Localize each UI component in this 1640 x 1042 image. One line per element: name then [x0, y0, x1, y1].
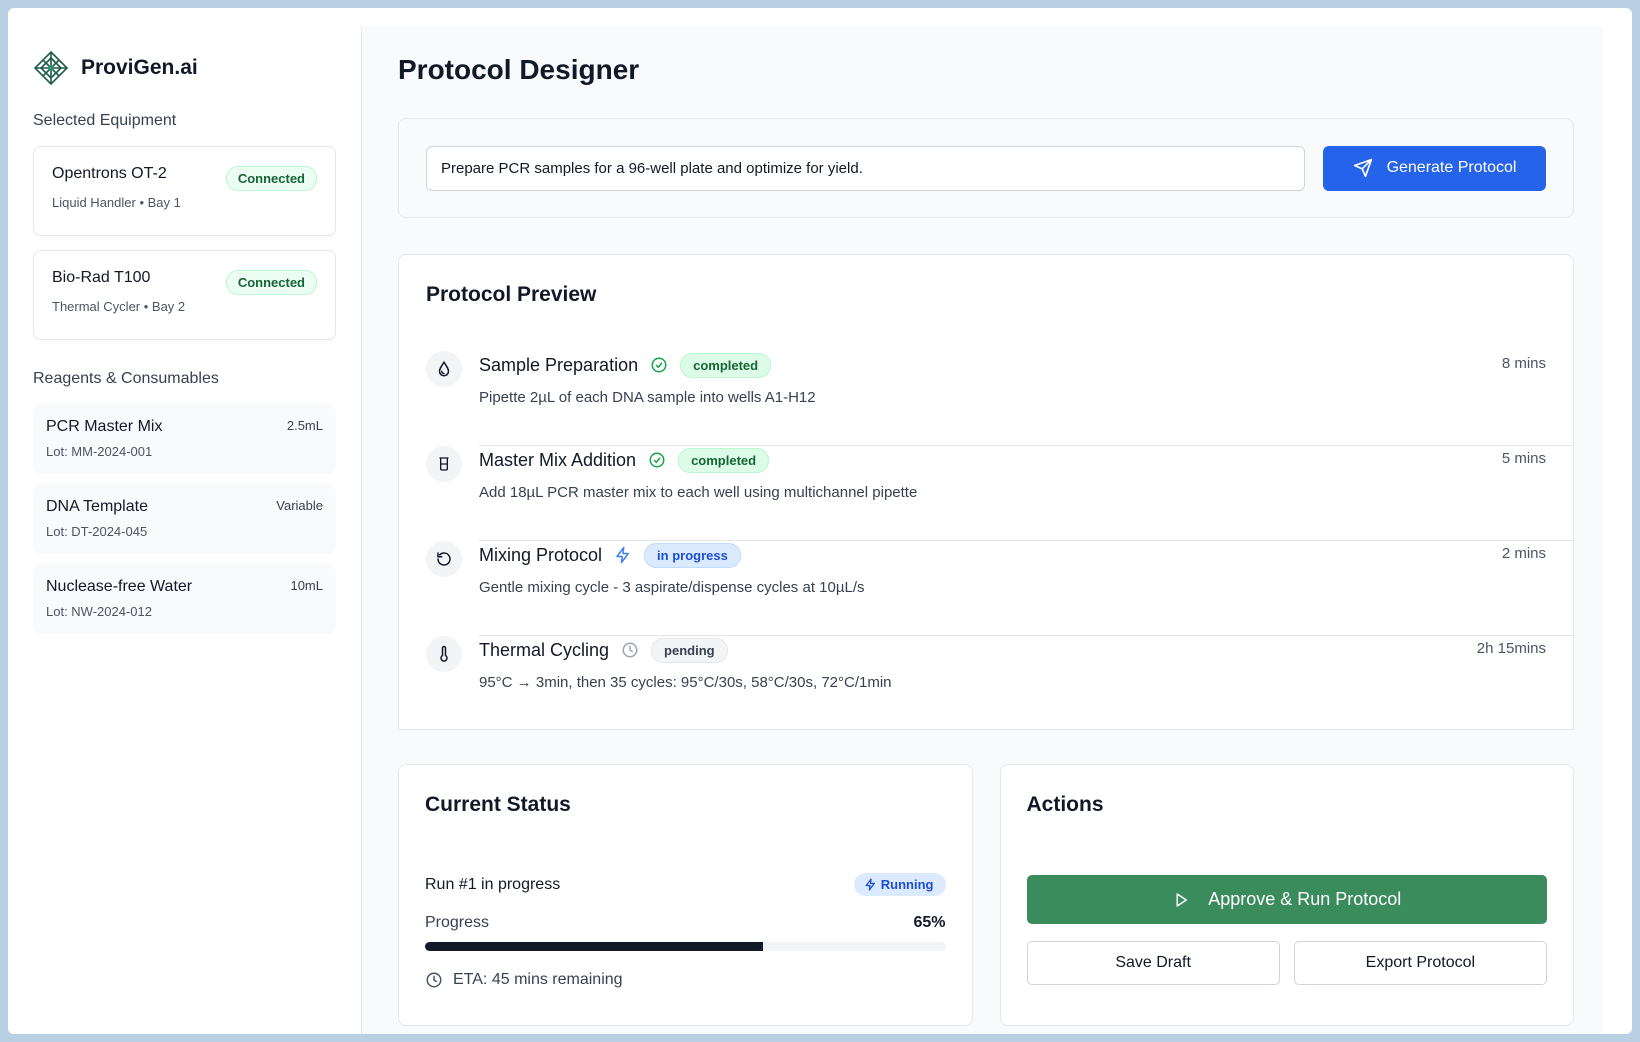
- app-window: ProviGen.ai Selected Equipment Opentrons…: [8, 8, 1632, 1034]
- send-icon: [1353, 158, 1372, 178]
- step-body: Sample Preparation completed Pipette 2µL…: [479, 351, 1574, 446]
- clock-icon: [426, 972, 442, 988]
- step-icon-circle: [426, 541, 462, 577]
- brand-name: ProviGen.ai: [81, 56, 198, 79]
- page-title: Protocol Designer: [398, 54, 640, 85]
- step-duration: 2 mins: [1501, 545, 1546, 562]
- sidebar: ProviGen.ai Selected Equipment Opentrons…: [8, 26, 362, 1034]
- reagents-section-title: Reagents & Consumables: [33, 370, 219, 387]
- actions-panel: Actions Approve & Run Protocol Save Draf…: [999, 764, 1574, 1026]
- current-status-title: Current Status: [425, 793, 571, 816]
- step-duration: 5 mins: [1501, 450, 1546, 467]
- step-description: Add 18µL PCR master mix to each well usi…: [479, 484, 918, 501]
- step-name: Master Mix Addition: [479, 449, 637, 470]
- play-icon: [1176, 892, 1188, 907]
- reagent-lot: Lot: NW-2024-012: [46, 604, 152, 619]
- actions-title: Actions: [1026, 793, 1104, 816]
- reagent-lot: Lot: DT-2024-045: [46, 524, 148, 539]
- step-description: Pipette 2µL of each DNA sample into well…: [479, 389, 816, 406]
- running-badge-label: Running: [880, 877, 934, 892]
- approve-run-label: Approve & Run Protocol: [1208, 889, 1402, 909]
- progress-value: 65%: [913, 914, 946, 931]
- connected-badge: Connected: [225, 270, 317, 295]
- export-protocol-button[interactable]: Export Protocol: [1293, 941, 1547, 985]
- reagent-item[interactable]: PCR Master Mix Lot: MM-2024-001 2.5mL: [33, 404, 336, 474]
- equipment-section-title: Selected Equipment: [33, 112, 177, 129]
- check-circle-icon: [651, 357, 667, 373]
- step-body: Mixing Protocol in progress Gentle mixin…: [479, 541, 1574, 636]
- protocol-step[interactable]: Thermal Cycling pending 95°C → 3min, the…: [426, 636, 1546, 731]
- protocol-preview-title: Protocol Preview: [426, 283, 597, 306]
- logo-icon: [33, 50, 69, 86]
- prompt-card: Generate Protocol: [398, 118, 1574, 218]
- protocol-step[interactable]: Sample Preparation completed Pipette 2µL…: [426, 351, 1574, 446]
- reagent-quantity: Variable: [276, 498, 323, 513]
- step-icon-circle: [426, 636, 462, 672]
- reagent-name: Nuclease-free Water: [46, 578, 193, 595]
- step-icon-circle: [426, 351, 462, 387]
- status-badge: completed: [680, 352, 772, 378]
- step-icon-circle: [426, 446, 462, 482]
- running-badge: Running: [853, 873, 946, 896]
- protocol-preview-card: Protocol Preview Sample Preparation comp…: [398, 254, 1574, 730]
- status-badge: completed: [678, 447, 770, 473]
- eta-text: ETA: 45 mins remaining: [453, 971, 623, 988]
- current-status-panel: Current Status Run #1 in progress Runnin…: [398, 764, 973, 1026]
- reagent-quantity: 10mL: [290, 578, 323, 593]
- equipment-card[interactable]: Bio-Rad T100 Thermal Cycler • Bay 2 Conn…: [33, 250, 336, 340]
- save-draft-button[interactable]: Save Draft: [1026, 941, 1280, 985]
- generate-protocol-label: Generate Protocol: [1386, 159, 1517, 176]
- rotate-icon: [437, 552, 451, 566]
- droplet-icon: [438, 360, 450, 377]
- step-duration: 8 mins: [1501, 355, 1546, 372]
- step-body: Thermal Cycling pending 95°C → 3min, the…: [479, 636, 1546, 731]
- eta-row: ETA: 45 mins remaining: [425, 971, 946, 989]
- protocol-step[interactable]: Master Mix Addition completed Add 18µL P…: [426, 446, 1574, 541]
- beaker-icon: [439, 457, 449, 471]
- protocol-prompt-input[interactable]: [426, 145, 1305, 191]
- reagent-lot: Lot: MM-2024-001: [46, 444, 153, 459]
- protocol-step[interactable]: Mixing Protocol in progress Gentle mixin…: [426, 541, 1574, 636]
- equipment-subtitle: Liquid Handler • Bay 1: [52, 195, 181, 210]
- status-badge: in progress: [644, 542, 741, 568]
- bottom-panels: Current Status Run #1 in progress Runnin…: [398, 764, 1574, 1026]
- step-name: Sample Preparation: [479, 354, 639, 375]
- reagent-item[interactable]: Nuclease-free Water Lot: NW-2024-012 10m…: [33, 564, 336, 634]
- equipment-subtitle: Thermal Cycler • Bay 2: [52, 299, 186, 314]
- step-body: Master Mix Addition completed Add 18µL P…: [479, 446, 1574, 541]
- thermometer-icon: [440, 645, 448, 662]
- reagent-item[interactable]: DNA Template Lot: DT-2024-045 Variable: [33, 484, 336, 554]
- progress-bar: [425, 942, 946, 951]
- approve-run-button[interactable]: Approve & Run Protocol: [1026, 875, 1547, 924]
- status-badge: pending: [651, 637, 728, 663]
- step-name: Mixing Protocol: [479, 544, 603, 565]
- connected-badge: Connected: [225, 166, 317, 191]
- check-circle-icon: [649, 452, 665, 468]
- step-name: Thermal Cycling: [479, 639, 610, 660]
- clock-icon: [622, 642, 638, 658]
- generate-protocol-button[interactable]: Generate Protocol: [1323, 145, 1546, 191]
- run-status-text: Run #1 in progress: [425, 875, 561, 893]
- lightning-icon: [616, 546, 630, 564]
- reagent-name: PCR Master Mix: [46, 418, 163, 435]
- reagent-quantity: 2.5mL: [286, 418, 323, 433]
- brand[interactable]: ProviGen.ai: [33, 50, 336, 86]
- lightning-icon: [865, 878, 875, 891]
- main-content: Protocol Designer Generate Protocol Prot…: [362, 26, 1602, 1034]
- equipment-card[interactable]: Opentrons OT-2 Liquid Handler • Bay 1 Co…: [33, 146, 336, 236]
- progress-bar-fill: [425, 942, 764, 951]
- step-description: 95°C → 3min, then 35 cycles: 95°C/30s, 5…: [479, 674, 892, 691]
- step-description: Gentle mixing cycle - 3 aspirate/dispens…: [479, 579, 865, 596]
- app-layout: ProviGen.ai Selected Equipment Opentrons…: [8, 26, 1602, 1034]
- step-duration: 2h 15mins: [1476, 640, 1546, 657]
- progress-label: Progress: [425, 914, 490, 931]
